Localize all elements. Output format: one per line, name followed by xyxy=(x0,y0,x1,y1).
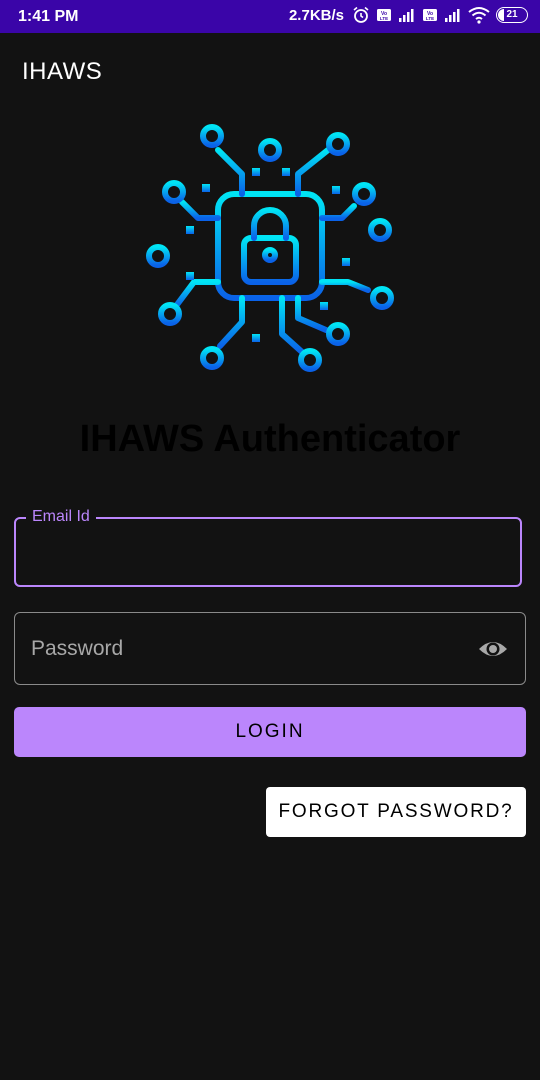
alarm-icon xyxy=(352,6,370,24)
signal-icon xyxy=(398,7,416,23)
email-field[interactable]: Email Id xyxy=(14,508,522,587)
email-label: Email Id xyxy=(26,508,96,526)
status-bar: 1:41 PM 2.7KB/s Vo LTE Vo LTE 21 xyxy=(0,0,540,33)
circuit-lock-icon xyxy=(142,122,398,374)
login-button[interactable]: LOGIN xyxy=(14,707,526,757)
network-speed: 2.7KB/s xyxy=(288,6,344,24)
login-screen: 1:41 PM 2.7KB/s Vo LTE Vo LTE 21 IHAWS I… xyxy=(0,0,540,1080)
battery-level: 21 xyxy=(506,9,518,20)
svg-text:LTE: LTE xyxy=(426,16,434,21)
volte-icon: Vo LTE xyxy=(422,7,438,23)
status-time: 1:41 PM xyxy=(18,8,79,25)
svg-text:LTE: LTE xyxy=(380,16,388,21)
volte-icon: Vo LTE xyxy=(376,7,392,23)
password-field[interactable]: Password xyxy=(14,612,526,685)
forgot-password-button[interactable]: FORGOT PASSWORD? xyxy=(266,787,526,837)
wifi-icon xyxy=(468,6,490,24)
eye-icon[interactable] xyxy=(477,637,509,661)
status-icons: 2.7KB/s Vo LTE Vo LTE 21 xyxy=(289,6,528,24)
app-headline: IHAWS Authenticator xyxy=(79,418,461,460)
battery-icon: 21 xyxy=(496,7,528,23)
email-input[interactable] xyxy=(32,539,506,571)
signal-icon xyxy=(444,7,462,23)
app-title: IHAWS xyxy=(22,58,103,85)
password-placeholder: Password xyxy=(31,637,124,660)
